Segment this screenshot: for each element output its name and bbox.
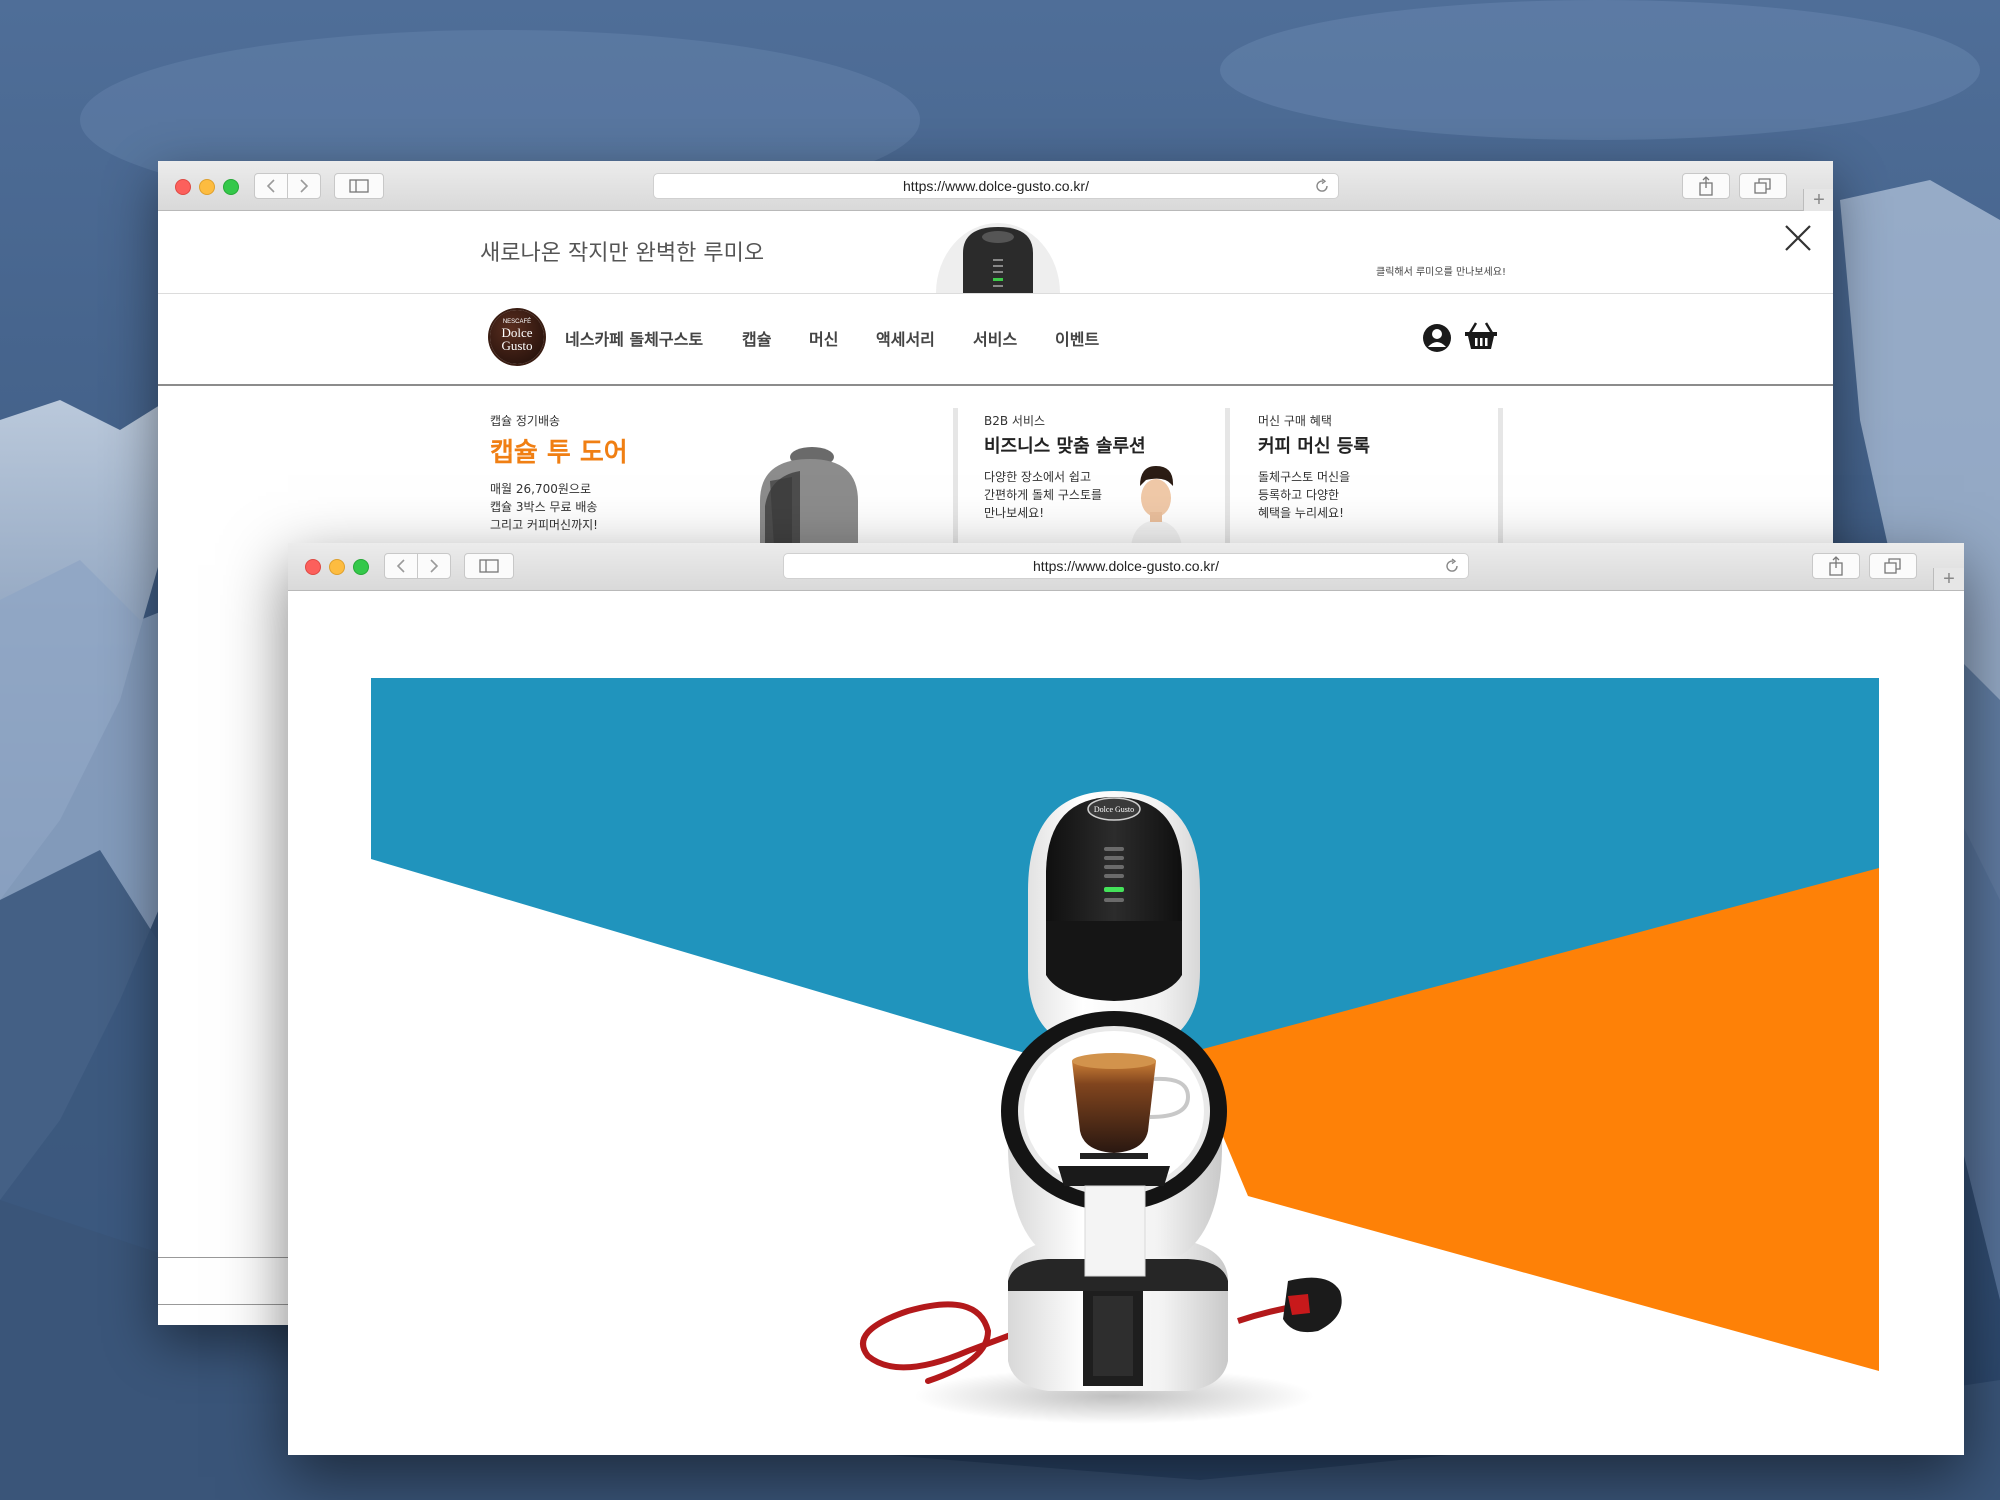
- new-tab-button[interactable]: +: [1933, 568, 1964, 590]
- promo-machine-image: [936, 223, 1060, 293]
- close-window-button[interactable]: [175, 179, 191, 195]
- card-label: 캡슐 정기배송: [490, 414, 561, 428]
- chevron-right-icon: [300, 179, 309, 193]
- address-bar[interactable]: https://www.dolce-gusto.co.kr/: [653, 173, 1339, 199]
- forward-button[interactable]: [287, 173, 321, 199]
- card-body: 돌체구스토 머신을 등록하고 다양한 혜택을 누리세요!: [1258, 470, 1351, 520]
- logo-text-gusto: Gusto: [501, 338, 533, 353]
- nav-item-event[interactable]: 이벤트: [1055, 326, 1099, 350]
- nav-item-accessory[interactable]: 액세서리: [876, 326, 935, 350]
- tabs-button[interactable]: [1739, 173, 1787, 199]
- hero-banner: Dolce Gusto: [371, 678, 1879, 1424]
- close-icon[interactable]: [1783, 223, 1813, 253]
- share-button[interactable]: [1682, 173, 1730, 199]
- nav-item-capsule[interactable]: 캡슐: [742, 326, 771, 350]
- account-icon[interactable]: [1422, 323, 1452, 353]
- new-tab-button[interactable]: +: [1803, 189, 1833, 211]
- sidebar-button[interactable]: [464, 553, 514, 579]
- front-browser-window: https://www.dolce-gusto.co.kr/ + Dolce G…: [288, 543, 1964, 1455]
- close-window-button[interactable]: [305, 559, 321, 575]
- chevron-left-icon: [396, 559, 405, 573]
- nav-item-service[interactable]: 서비스: [973, 326, 1017, 350]
- person-photo: [1131, 466, 1182, 546]
- reload-icon[interactable]: [1444, 558, 1460, 574]
- url-text: https://www.dolce-gusto.co.kr/: [903, 178, 1089, 194]
- minimize-window-button[interactable]: [329, 559, 345, 575]
- card-divider: [953, 408, 958, 546]
- forward-button[interactable]: [417, 553, 451, 579]
- card-label: B2B 서비스: [984, 414, 1046, 428]
- promo-title: 새로나온 작지만 완벽한 루미오: [480, 241, 765, 266]
- share-button[interactable]: [1812, 553, 1860, 579]
- share-icon: [1699, 176, 1713, 196]
- sidebar-icon: [479, 559, 499, 573]
- promo-link[interactable]: 클릭해서 루미오를 만나보세요!: [1376, 263, 1506, 278]
- card-title: 비즈니스 맞춤 솔루션: [984, 436, 1146, 457]
- address-bar[interactable]: https://www.dolce-gusto.co.kr/: [783, 553, 1469, 579]
- card-machine-register[interactable]: 머신 구매 혜택 커피 머신 등록 돌체구스토 머신을 등록하고 다양한 혜택을…: [1258, 386, 1498, 546]
- dolce-gusto-logo[interactable]: NESCAFÉ Dolce Gusto: [490, 310, 544, 364]
- chevron-right-icon: [430, 559, 439, 573]
- sidebar-button[interactable]: [334, 173, 384, 199]
- promo-bar[interactable]: 새로나온 작지만 완벽한 루미오 클릭해서 루미오를 만나보세요!: [158, 211, 1833, 294]
- basket-icon[interactable]: [1464, 321, 1498, 351]
- back-button[interactable]: [384, 553, 418, 579]
- card-divider: [1498, 408, 1503, 546]
- main-nav: NESCAFÉ Dolce Gusto 네스카페 돌체구스토 캡슐 머신 액세서…: [158, 294, 1833, 386]
- card-title: 커피 머신 등록: [1258, 436, 1370, 457]
- back-button[interactable]: [254, 173, 288, 199]
- card-title: 캡슐 투 도어: [490, 438, 628, 468]
- card-b2b[interactable]: B2B 서비스 비즈니스 맞춤 솔루션 다양한 장소에서 쉽고 간편하게 돌체 …: [984, 386, 1224, 546]
- nav-item-machine[interactable]: 머신: [809, 326, 838, 350]
- tabs-icon: [1754, 178, 1771, 194]
- machine-logo-text: Dolce Gusto: [1094, 805, 1134, 814]
- tabs-icon: [1884, 558, 1901, 574]
- share-icon: [1829, 556, 1843, 576]
- card-label: 머신 구매 혜택: [1258, 414, 1332, 428]
- nav-item-brand[interactable]: 네스카페 돌체구스토: [565, 326, 703, 350]
- sidebar-icon: [349, 179, 369, 193]
- minimize-window-button[interactable]: [199, 179, 215, 195]
- capsule-machine-image: [760, 447, 858, 546]
- zoom-window-button[interactable]: [223, 179, 239, 195]
- reload-icon[interactable]: [1314, 178, 1330, 194]
- tabs-button[interactable]: [1869, 553, 1917, 579]
- chevron-left-icon: [266, 179, 275, 193]
- url-text: https://www.dolce-gusto.co.kr/: [1033, 558, 1219, 574]
- front-titlebar: https://www.dolce-gusto.co.kr/: [288, 543, 1964, 591]
- card-body: 매월 26,700원으로 캡슐 3박스 무료 배송 그리고 커피머신까지!: [490, 482, 598, 532]
- card-divider: [1225, 408, 1230, 546]
- back-titlebar: https://www.dolce-gusto.co.kr/: [158, 161, 1833, 211]
- card-body: 다양한 장소에서 쉽고 간편하게 돌체 구스토를 만나보세요!: [984, 470, 1103, 520]
- zoom-window-button[interactable]: [353, 559, 369, 575]
